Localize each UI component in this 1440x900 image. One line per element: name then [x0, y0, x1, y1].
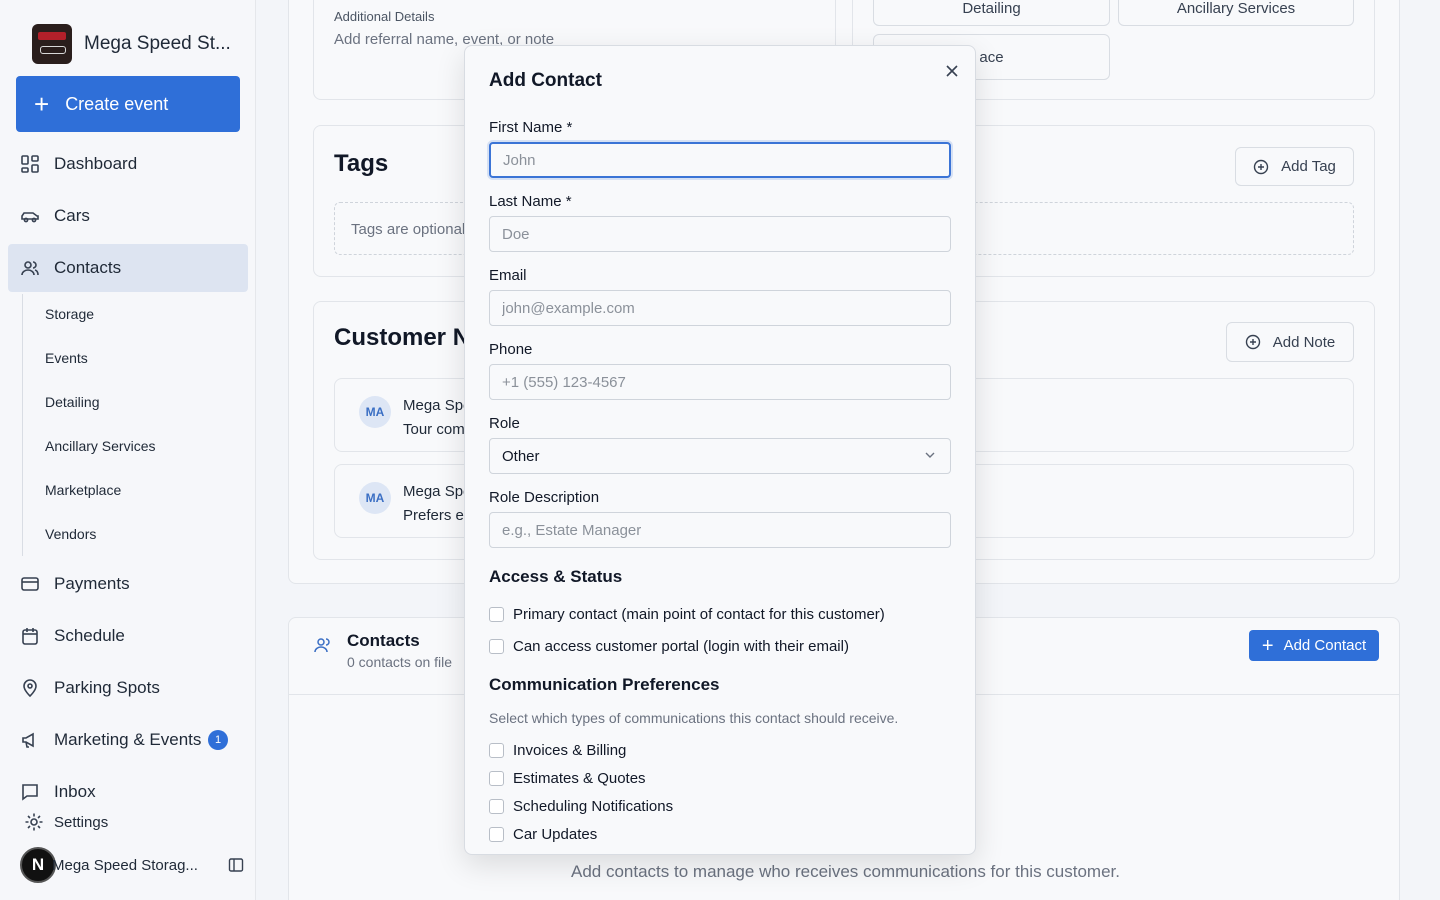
checkbox[interactable]: [489, 639, 504, 654]
checkbox[interactable]: [489, 771, 504, 786]
checkbox-label: Primary contact (main point of contact f…: [513, 606, 885, 623]
checkbox[interactable]: [489, 743, 504, 758]
car-updates-checkbox[interactable]: Car Updates: [489, 826, 597, 843]
close-icon: [946, 65, 958, 77]
first-name-input[interactable]: [489, 142, 951, 178]
first-name-label: First Name *: [489, 119, 573, 136]
communication-preferences-heading: Communication Preferences: [489, 675, 720, 694]
last-name-label: Last Name *: [489, 193, 572, 210]
phone-label: Phone: [489, 341, 533, 358]
portal-access-checkbox[interactable]: Can access customer portal (login with t…: [489, 638, 849, 655]
invoices-billing-checkbox[interactable]: Invoices & Billing: [489, 742, 626, 759]
checkbox-label: Can access customer portal (login with t…: [513, 638, 849, 655]
checkbox-label: Estimates & Quotes: [513, 770, 646, 787]
checkbox-label: Invoices & Billing: [513, 742, 627, 759]
checkbox[interactable]: [489, 607, 504, 622]
role-select[interactable]: Other: [489, 438, 951, 474]
dialog-title: Add Contact: [489, 70, 602, 91]
access-status-heading: Access & Status: [489, 567, 623, 586]
estimates-quotes-checkbox[interactable]: Estimates & Quotes: [489, 770, 646, 787]
email-input[interactable]: [489, 290, 951, 326]
checkbox-label: Car Updates: [513, 826, 598, 843]
role-selected-value: Other: [502, 447, 540, 465]
role-description-label: Role Description: [489, 489, 600, 506]
role-description-input[interactable]: [489, 512, 951, 548]
checkbox[interactable]: [489, 827, 504, 842]
checkbox-label: Scheduling Notifications: [513, 798, 674, 815]
checkbox[interactable]: [489, 799, 504, 814]
phone-input[interactable]: [489, 364, 951, 400]
scheduling-notifications-checkbox[interactable]: Scheduling Notifications: [489, 798, 673, 815]
last-name-input[interactable]: [489, 216, 951, 252]
add-contact-dialog: Add Contact First Name * Last Name * Ema…: [464, 45, 976, 855]
primary-contact-checkbox[interactable]: Primary contact (main point of contact f…: [489, 606, 885, 623]
email-label: Email: [489, 267, 527, 284]
role-label: Role: [489, 415, 520, 432]
communication-hint: Select which types of communications thi…: [489, 710, 899, 726]
close-button[interactable]: [941, 60, 963, 82]
chevron-down-icon: [925, 452, 935, 458]
